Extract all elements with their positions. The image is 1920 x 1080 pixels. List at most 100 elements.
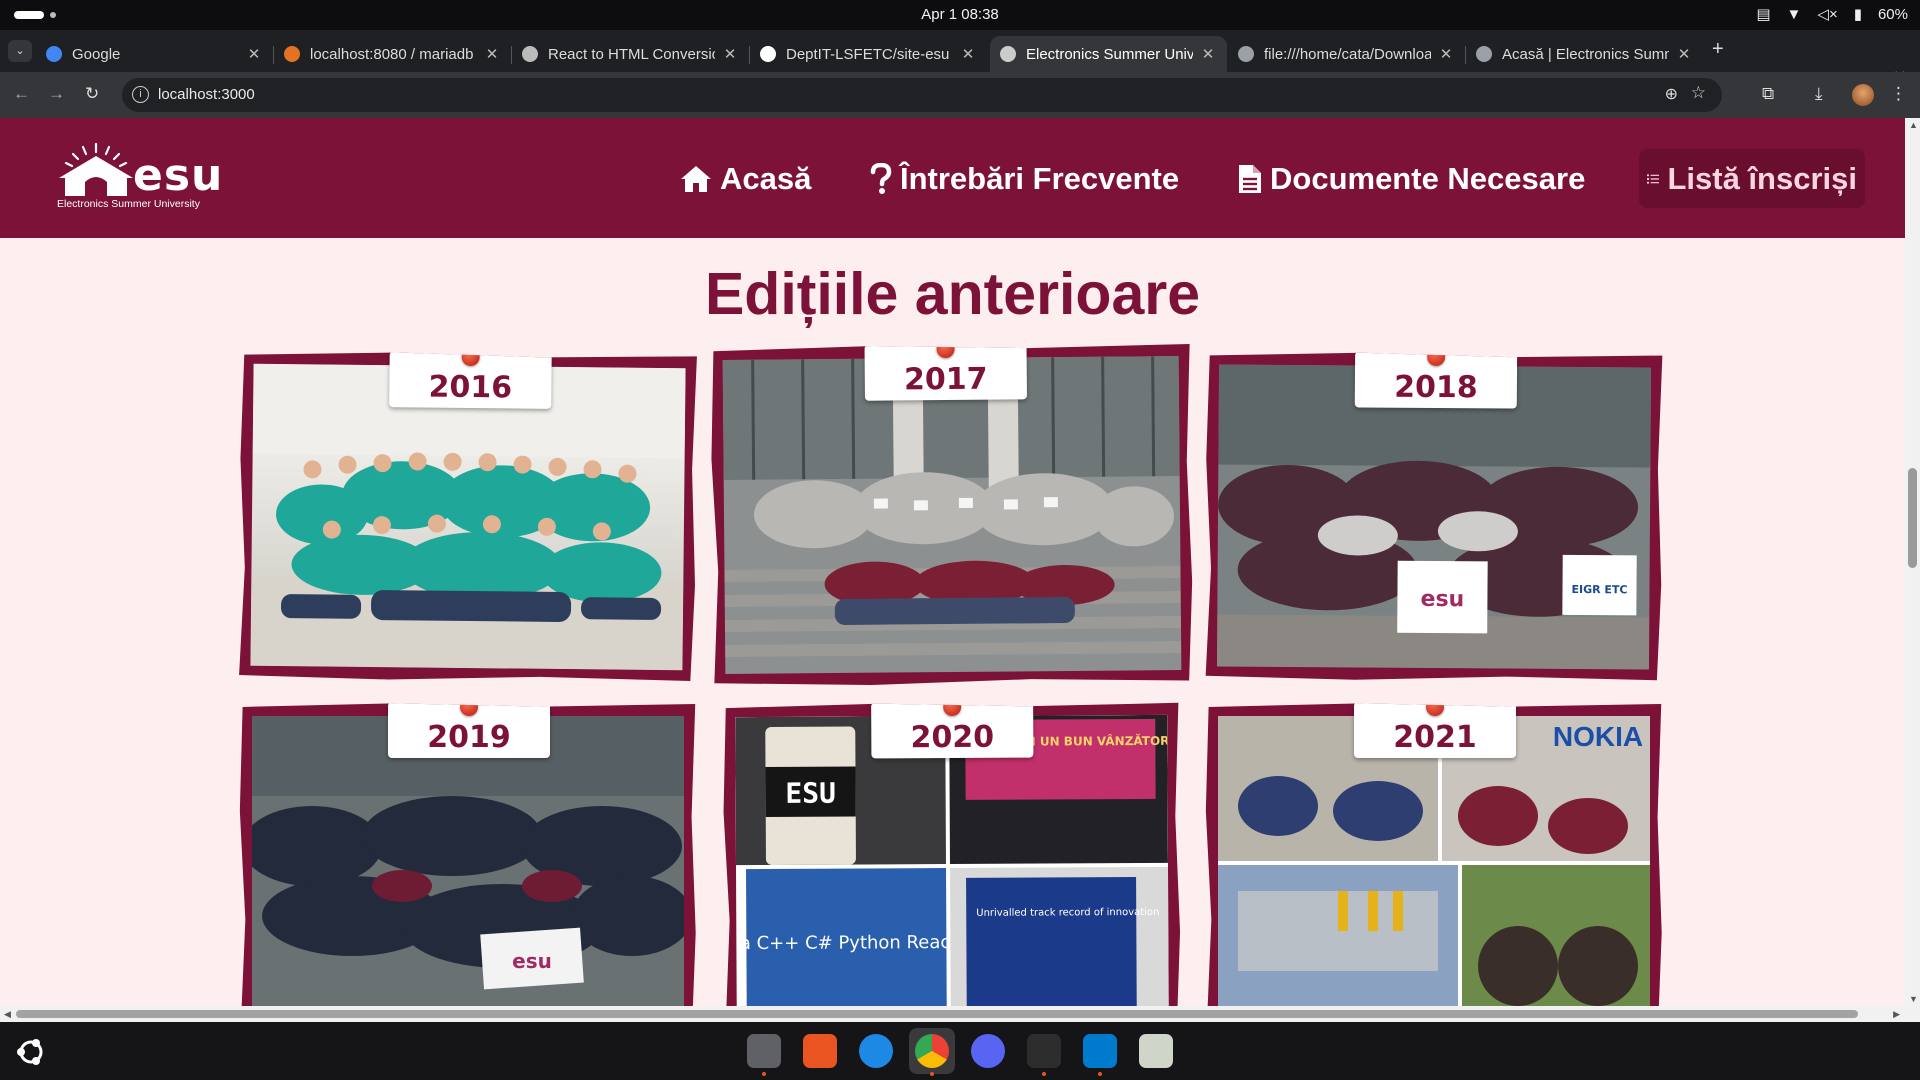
laptop-screen-text: Unrivalled track record of innovation [976,907,1159,919]
year-text-2020: 2020 [910,719,995,756]
extensions-icon[interactable]: ⧉ [1762,84,1774,104]
reload-icon[interactable]: ↻ [85,84,99,104]
ubuntu-dock [0,1022,1920,1080]
tab-separator [749,46,750,64]
back-icon[interactable]: ← [13,84,30,104]
discord-icon-glyph [971,1034,1005,1068]
year-label-2018: 2018 [1355,351,1517,408]
profile-avatar[interactable] [1852,84,1874,106]
site-info-icon[interactable]: i [132,86,149,103]
menu-kebab-icon[interactable]: ⋮ [1890,84,1907,104]
horizontal-scrollbar[interactable]: ◀ ▶ [0,1006,1920,1022]
site-header: esu Electronics Summer University Acasă … [0,118,1905,238]
browser-tab[interactable]: Electronics Summer University ✕ [990,36,1227,72]
horizontal-scroll-thumb[interactable] [16,1010,1858,1018]
tab-close-icon[interactable]: ✕ [483,45,501,63]
tab-close-icon[interactable]: ✕ [245,45,263,63]
forward-icon[interactable]: → [48,84,65,104]
vscode-icon[interactable] [1077,1028,1123,1076]
clipboard-icon[interactable]: ▤ [1756,5,1770,23]
browser-tab[interactable]: Google ✕ [36,36,273,72]
zoom-icon[interactable]: ⊕ [1665,84,1678,104]
download-icon[interactable]: ⤓ [1815,84,1823,104]
nav-lista-label: Listă înscriși [1667,160,1857,196]
tab-search-icon[interactable]: ⌄ [8,40,32,62]
vertical-scrollbar[interactable]: ▲ ▼ [1905,118,1920,1006]
browser-tab[interactable]: DeptIT-LSFETC/site-esu ✕ [750,36,987,72]
browser-tab[interactable]: localhost:8080 / mariadb ✕ [274,36,511,72]
edition-card-2016[interactable]: 2016 [236,350,699,685]
files-icon[interactable] [741,1028,787,1076]
document-icon [1239,165,1261,193]
app-center-icon-glyph [803,1034,837,1068]
nav-documente-necesare[interactable]: Documente Necesare [1238,156,1585,202]
tab-close-icon[interactable]: ✕ [1199,45,1217,63]
tab-close-icon[interactable]: ✕ [1437,45,1455,63]
app-center-icon[interactable] [797,1028,843,1074]
edition-card-2021[interactable]: NOKIA 2021 [1205,703,1662,1006]
collage-photo-2020: ESU UM SĂ DEVII UN BUN VÂNZĂTOR C Java C… [735,715,1169,1006]
scroll-up-icon[interactable]: ▲ [1909,120,1918,130]
collage-photo-2021: NOKIA [1218,716,1650,1006]
edition-card-2018[interactable]: esu EIGR ETC 2018 [1203,350,1665,683]
edition-photo-2016 [250,364,685,671]
question-icon [870,163,892,194]
chrome-icon[interactable] [909,1028,955,1076]
esu-logo[interactable]: esu Electronics Summer University [55,142,235,214]
list-icon [1647,173,1660,184]
tab-favicon-icon [522,46,538,62]
tab-close-icon[interactable]: ✕ [721,45,739,63]
tab-title: Google [72,45,121,63]
help-icon[interactable] [853,1028,899,1074]
year-label-2016: 2016 [389,351,552,409]
discord-icon[interactable] [965,1028,1011,1074]
pin-icon [1426,703,1444,716]
logo-house-icon [59,142,133,196]
battery-icon[interactable]: ▮ [1854,5,1862,23]
browser-tab[interactable]: Acasă | Electronics Summer University ✕ [1466,36,1703,72]
tab-separator [1465,46,1466,64]
running-indicator [1042,1072,1046,1076]
bookmark-star-icon[interactable]: ☆ [1691,83,1706,103]
group-photo-2019: esu [252,716,684,990]
nav-intrebari-frecvente[interactable]: Întrebări Frecvente [870,156,1179,202]
url-text[interactable]: localhost:3000 [158,86,255,103]
address-bar[interactable]: i localhost:3000 ⊕ ☆ [122,78,1722,112]
system-tray[interactable]: ▤ ▼ ◁× ▮ 60% [1756,5,1908,24]
tab-separator [511,46,512,64]
tab-close-icon[interactable]: ✕ [1675,45,1693,63]
year-label-2020: 2020 [871,702,1033,759]
home-icon [681,166,711,192]
browser-tab[interactable]: React to HTML Conversion ✕ [512,36,749,72]
edition-card-2017[interactable]: 2017 [709,342,1196,688]
edition-card-2020[interactable]: ESU UM SĂ DEVII UN BUN VÂNZĂTOR C Java C… [721,701,1183,1006]
tab-title: file:///home/cata/Downloads [1264,45,1431,63]
banner-esu-text-2019: esu [512,949,552,973]
tab-close-icon[interactable]: ✕ [959,45,977,63]
browser-tab[interactable]: file:///home/cata/Downloads ✕ [1228,36,1465,72]
wifi-icon[interactable]: ▼ [1787,6,1802,23]
ubuntu-show-apps-icon[interactable] [15,1036,47,1068]
pin-icon [462,348,480,366]
vertical-scroll-thumb[interactable] [1908,468,1917,568]
section-title: Edițiile anterioare [704,261,1201,327]
trash-icon[interactable] [1133,1028,1179,1074]
tab-favicon-icon [1476,46,1492,62]
chrome-icon-glyph [915,1034,949,1068]
nav-lista-inscrisi[interactable]: Listă înscriși [1639,149,1865,208]
tab-title: React to HTML Conversion [548,45,715,63]
system-clock[interactable]: Apr 1 08:38 [0,6,1920,23]
running-indicator [1098,1072,1102,1076]
scroll-down-icon[interactable]: ▼ [1909,994,1918,1004]
brand-logo-text: NOKIA [1553,721,1643,752]
pin-icon [460,703,478,716]
new-tab-button[interactable]: + [1712,38,1724,61]
dock-apps [741,1028,1179,1076]
running-indicator [762,1072,766,1076]
scroll-right-icon[interactable]: ▶ [1893,1009,1900,1020]
edition-card-2019[interactable]: esu 2019 [239,703,696,1006]
nav-acasa[interactable]: Acasă [680,156,811,202]
volume-muted-icon[interactable]: ◁× [1817,5,1837,23]
scroll-left-icon[interactable]: ◀ [4,1009,11,1020]
terminal-icon[interactable] [1021,1028,1067,1076]
